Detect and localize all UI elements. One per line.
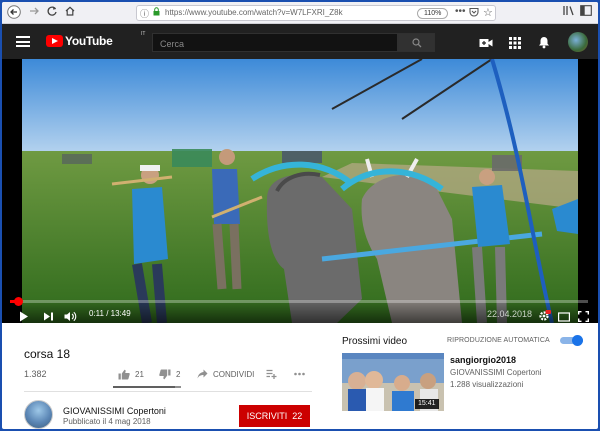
apps-grid-icon[interactable] [509, 36, 523, 49]
share-label: CONDIVIDI [213, 369, 255, 379]
progress-bar[interactable] [10, 297, 588, 306]
browser-toolbar: ⓘ https://www.youtube.com/watch?v=W7LFXR… [2, 2, 598, 24]
page-actions-menu[interactable]: ••• [455, 6, 466, 17]
video-frame [22, 59, 578, 323]
publish-date: Pubblicato il 4 mag 2018 [63, 417, 151, 426]
lock-icon [153, 7, 160, 18]
like-button[interactable]: 21 [118, 368, 144, 380]
hamburger-menu-icon[interactable] [16, 36, 30, 47]
like-count: 21 [135, 369, 144, 379]
view-count: 1.382 [24, 369, 47, 379]
url-text: https://www.youtube.com/watch?v=W7LFXRI_… [165, 8, 343, 17]
time-display: 0:11 / 13:49 [89, 309, 131, 318]
browser-window: ⓘ https://www.youtube.com/watch?v=W7LFXR… [2, 2, 598, 429]
volume-icon [64, 311, 77, 322]
like-ratio-fill [113, 386, 176, 388]
zoom-level-badge[interactable]: 110% [417, 8, 449, 19]
divider [24, 391, 312, 392]
next-button[interactable] [43, 309, 54, 321]
search-icon [411, 38, 421, 48]
subscriber-count: 22 [292, 411, 303, 421]
fullscreen-button[interactable] [578, 309, 589, 322]
more-actions-button[interactable] [294, 368, 310, 380]
playlist-add-icon [266, 369, 277, 379]
reload-icon[interactable] [44, 5, 60, 21]
pocket-icon[interactable] [469, 7, 479, 19]
share-button[interactable]: CONDIVIDI [197, 368, 254, 380]
thumbs-up-icon [118, 369, 130, 379]
gear-icon [539, 310, 551, 321]
next-video-channel: GIOVANISSIMI Copertoni [450, 368, 542, 377]
share-icon [197, 369, 208, 379]
dislike-button[interactable]: 2 [159, 368, 180, 380]
create-video-icon[interactable] [479, 36, 493, 48]
thumbs-down-icon [159, 369, 171, 379]
up-next-heading: Prossimi video [342, 336, 408, 347]
notifications-bell-icon[interactable] [538, 36, 552, 49]
info-icon[interactable]: ⓘ [140, 7, 149, 20]
settings-button[interactable] [538, 309, 551, 321]
back-icon[interactable] [6, 5, 22, 21]
channel-name[interactable]: GIOVANISSIMI Copertoni [63, 406, 166, 416]
next-video-views: 1.288 visualizzazioni [450, 380, 524, 389]
forward-icon[interactable] [26, 5, 42, 21]
next-video-title[interactable]: sangiorgio2018 [450, 355, 516, 365]
youtube-header: YouTube IT [2, 24, 598, 59]
video-player[interactable]: 0:11 / 13:49 22.04.2018 [2, 59, 598, 323]
address-bar[interactable]: ⓘ https://www.youtube.com/watch?v=W7LFXR… [136, 5, 496, 21]
search-input[interactable] [153, 35, 397, 53]
miniplayer-button[interactable] [558, 309, 571, 322]
youtube-logo-text: YouTube [65, 34, 113, 48]
add-to-playlist-button[interactable] [266, 368, 282, 380]
volume-button[interactable] [64, 309, 77, 322]
subscribe-button[interactable]: ISCRIVITI 22 [239, 405, 310, 427]
search-button[interactable] [398, 33, 435, 52]
autoplay-label: RIPRODUZIONE AUTOMATICA [447, 337, 550, 344]
video-date-stamp: 22.04.2018 [487, 309, 533, 319]
sidebar-toggle-icon[interactable] [580, 5, 592, 19]
dislike-count: 2 [176, 369, 181, 379]
account-avatar[interactable] [568, 32, 588, 52]
more-horizontal-icon [294, 372, 305, 376]
like-ratio-bar [113, 386, 181, 388]
library-icon[interactable] [563, 5, 575, 19]
bookmark-star-icon[interactable]: ☆ [483, 6, 493, 19]
play-button[interactable] [18, 309, 29, 322]
play-icon [20, 311, 28, 322]
channel-avatar[interactable] [24, 400, 53, 429]
autoplay-toggle[interactable] [560, 335, 583, 346]
region-code: IT [141, 31, 146, 37]
progress-scrubber[interactable] [13, 297, 23, 306]
skip-next-icon [44, 312, 53, 321]
fullscreen-icon [578, 311, 589, 322]
home-icon[interactable] [62, 5, 78, 21]
next-video-duration: 15:41 [415, 399, 439, 409]
search-box [152, 33, 398, 53]
youtube-play-logo-icon [46, 35, 63, 47]
video-title: corsa 18 [24, 347, 71, 361]
theater-mode-icon [558, 312, 571, 322]
subscribe-label: ISCRIVITI [246, 411, 288, 421]
